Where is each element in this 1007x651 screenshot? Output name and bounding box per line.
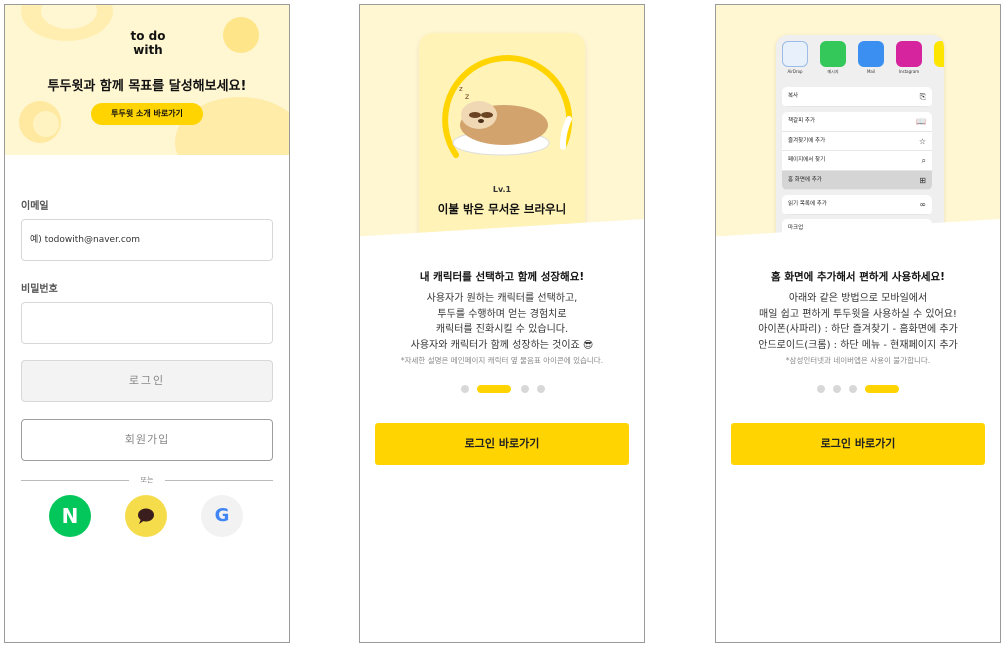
character-name: 이불 밖은 무서운 브라우니	[437, 202, 567, 216]
divider-left	[21, 480, 129, 481]
search-icon: ⌕	[921, 156, 926, 165]
password-label: 비밀번호	[21, 284, 58, 295]
body-line: 사용자가 원하는 캐릭터를 선택하고,	[426, 293, 578, 304]
svg-text:z: z	[465, 92, 469, 101]
page-dot-active[interactable]	[865, 385, 899, 393]
mail-icon	[858, 41, 884, 67]
onboarding-title: 홈 화면에 추가해서 편하게 사용하세요!	[771, 271, 945, 283]
glasses-icon: ∞	[919, 200, 926, 209]
body-line: 아래와 같은 방법으로 모바일에서	[788, 293, 928, 304]
intro-link-button[interactable]: 투두윗 소개 바로가기	[91, 103, 203, 125]
email-label: 이메일	[21, 201, 49, 212]
share-app-row: AirDrop 메시지 Mail Instagram	[780, 41, 944, 81]
kakao-login-button[interactable]	[125, 495, 167, 537]
menu-group: 책갈피 추가 📖 즐겨찾기에 추가 ☆ 페이지에서 찾기 ⌕ 홈 화면에 추가 …	[782, 112, 932, 190]
app-label: Mail	[866, 69, 876, 74]
copy-icon: ⎘	[919, 92, 926, 101]
page-dot[interactable]	[833, 385, 841, 393]
onboarding-character-screen: z z Lv.1 이불 밖은 무서운 브라우니 내 캐릭터를 선택하고 함께 성…	[359, 4, 645, 643]
naver-icon: N	[61, 504, 79, 528]
login-hero: to do with 투두윗과 함께 목표를 달성해보세요! 투두윗 소개 바로…	[5, 5, 289, 155]
character-level: Lv.1	[492, 185, 512, 194]
divider-right	[165, 480, 273, 481]
menu-group: 복사 ⎘	[782, 87, 932, 107]
onboarding-body: 사용자가 원하는 캐릭터를 선택하고, 투두를 수행하며 얻는 경험치로 캐릭터…	[360, 291, 644, 353]
app-label: 메시지	[827, 69, 839, 74]
onboarding-title: 내 캐릭터를 선택하고 함께 성장해요!	[419, 271, 585, 283]
go-login-button[interactable]: 로그인 바로가기	[375, 423, 629, 465]
svg-text:z: z	[459, 85, 463, 93]
google-icon: G	[214, 505, 230, 526]
menu-item-label: 책갈피 추가	[788, 118, 816, 124]
menu-item-find: 페이지에서 찾기 ⌕	[782, 151, 932, 171]
page-dot[interactable]	[817, 385, 825, 393]
add-square-icon: ⊞	[919, 175, 926, 185]
menu-item-label: 복사	[788, 93, 799, 99]
menu-item-label: 읽기 목록에 추가	[788, 201, 827, 207]
menu-item-label: 홈 화면에 추가	[788, 176, 822, 183]
messages-icon	[820, 41, 846, 67]
body-line: 투두를 수행하며 얻는 경험치로	[437, 308, 567, 320]
page-dot[interactable]	[537, 385, 545, 393]
google-login-button[interactable]: G	[201, 495, 243, 537]
airdrop-icon	[782, 41, 808, 67]
kakao-icon	[138, 508, 154, 524]
menu-item-bookmark: 책갈피 추가 📖	[782, 112, 932, 132]
page-dot[interactable]	[521, 385, 529, 393]
body-line: 캐릭터를 진화시킬 수 있습니다.	[435, 324, 569, 335]
book-icon: 📖	[916, 117, 926, 126]
instagram-icon	[896, 41, 922, 67]
onboarding-homescreen-screen: AirDrop 메시지 Mail Instagram 복사 ⎘ 책갈피 추가 📖…	[715, 4, 1001, 643]
login-button[interactable]: 로그인	[21, 360, 273, 402]
page-dot[interactable]	[461, 385, 469, 393]
menu-item-reading-list: 읽기 목록에 추가 ∞	[782, 195, 932, 215]
menu-group: 읽기 목록에 추가 ∞	[782, 195, 932, 215]
page-dot-active[interactable]	[477, 385, 511, 393]
page-dot[interactable]	[849, 385, 857, 393]
go-login-button[interactable]: 로그인 바로가기	[731, 423, 985, 465]
menu-item-label: 마크업	[788, 225, 804, 231]
email-field[interactable]: 예) todowith@naver.com	[21, 219, 273, 261]
decor-blob	[33, 111, 59, 137]
body-line: 안드로이드(크롬) : 하단 메뉴 - 현재페이지 추가	[758, 339, 958, 351]
menu-item-label: 페이지에서 찾기	[788, 157, 826, 163]
password-field[interactable]	[21, 302, 273, 344]
decor-blob	[223, 17, 259, 53]
todowith-logo: to do with	[115, 29, 181, 69]
body-line: 아이폰(사파리) : 하단 즐겨찾기 - 홈화면에 추가	[758, 324, 958, 335]
app-label: Instagram	[898, 69, 920, 74]
menu-item-favorite: 즐겨찾기에 추가 ☆	[782, 132, 932, 151]
naver-login-button[interactable]: N	[49, 495, 91, 537]
onboarding-body: 아래와 같은 방법으로 모바일에서 매일 쉽고 편하게 투두윗을 사용하실 수 …	[716, 291, 1000, 353]
onboarding-note: *자세한 설명은 메인페이지 캐릭터 옆 물음표 아이콘에 있습니다.	[400, 356, 604, 365]
body-line: 사용자와 캐릭터가 함께 성장하는 것이죠 😎	[410, 339, 594, 351]
or-text: 또는	[140, 476, 154, 484]
menu-item-copy: 복사 ⎘	[782, 87, 932, 107]
kakao-app-icon	[934, 41, 944, 67]
body-line: 매일 쉽고 편하게 투두윗을 사용하실 수 있어요!	[759, 308, 957, 320]
logo-text: to do with	[130, 29, 166, 57]
character-card: z z Lv.1 이불 밖은 무서운 브라우니	[419, 33, 585, 245]
star-icon: ☆	[918, 136, 926, 146]
character-illustration: z z	[442, 55, 573, 158]
hero-title: 투두윗과 함께 목표를 달성해보세요!	[47, 79, 247, 94]
app-label: AirDrop	[787, 69, 803, 74]
page-indicator	[461, 385, 551, 393]
menu-item-label: 즐겨찾기에 추가	[788, 137, 826, 144]
signup-button[interactable]: 회원가입	[21, 419, 273, 461]
onboarding-note: *삼성인터넷과 네이버앱은 사용이 불가합니다.	[785, 356, 931, 365]
page-indicator	[817, 385, 907, 393]
login-screen: to do with 투두윗과 함께 목표를 달성해보세요! 투두윗 소개 바로…	[4, 4, 290, 643]
menu-item-add-home: 홈 화면에 추가 ⊞	[782, 170, 932, 190]
